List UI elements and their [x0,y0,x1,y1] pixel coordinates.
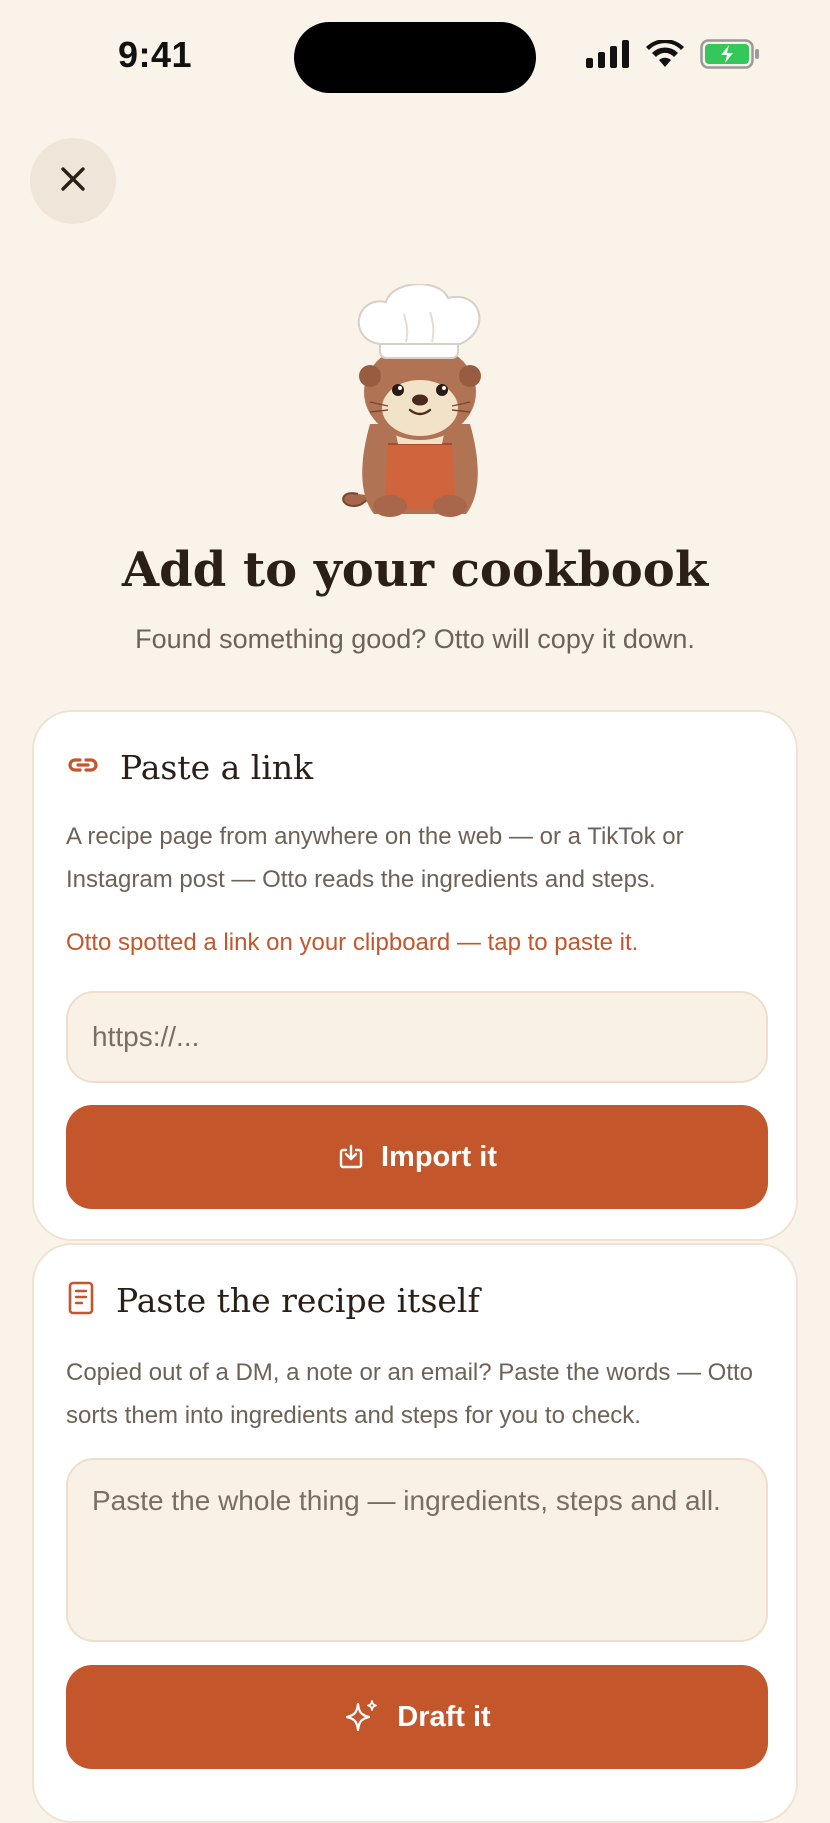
page-subtitle: Found something good? Otto will copy it … [135,624,695,654]
paste-link-card: Paste a link A recipe page from anywhere… [32,710,798,1241]
import-button-label: Import it [381,1140,497,1173]
draft-button-label: Draft it [397,1700,491,1733]
paste-recipe-title: Paste the recipe itself [116,1281,480,1320]
paste-recipe-header: Paste the recipe itself [66,1281,480,1320]
wifi-icon [646,38,684,73]
link-icon [66,748,100,787]
paste-recipe-card: Paste the recipe itself Copied out of a … [32,1243,798,1823]
draft-button[interactable]: Draft it [66,1665,768,1769]
paste-link-header: Paste a link [66,748,313,787]
page-title: Add to your cookbook [121,542,709,598]
document-icon [66,1281,96,1320]
paste-link-description: A recipe page from anywhere on the web —… [66,823,684,893]
paste-link-title: Paste a link [120,748,314,787]
import-button[interactable]: Import it [66,1105,768,1209]
cellular-signal-icon [586,39,630,73]
recipe-text-input[interactable] [66,1458,768,1642]
close-icon [59,165,87,198]
download-icon [337,1143,365,1171]
status-time: 9:41 [118,34,193,75]
close-button[interactable] [30,138,116,224]
url-input[interactable] [66,991,768,1083]
battery-charging-icon [700,38,760,74]
status-icons [586,38,760,74]
otter-chef-mascot [330,283,510,524]
sparkles-icon [343,1698,381,1736]
clipboard-hint-link[interactable]: Otto spotted a link on your clipboard — … [66,929,638,957]
status-bar: 9:41 [0,0,830,110]
paste-recipe-description: Copied out of a DM, a note or an email? … [66,1359,754,1429]
dynamic-island [294,22,536,93]
